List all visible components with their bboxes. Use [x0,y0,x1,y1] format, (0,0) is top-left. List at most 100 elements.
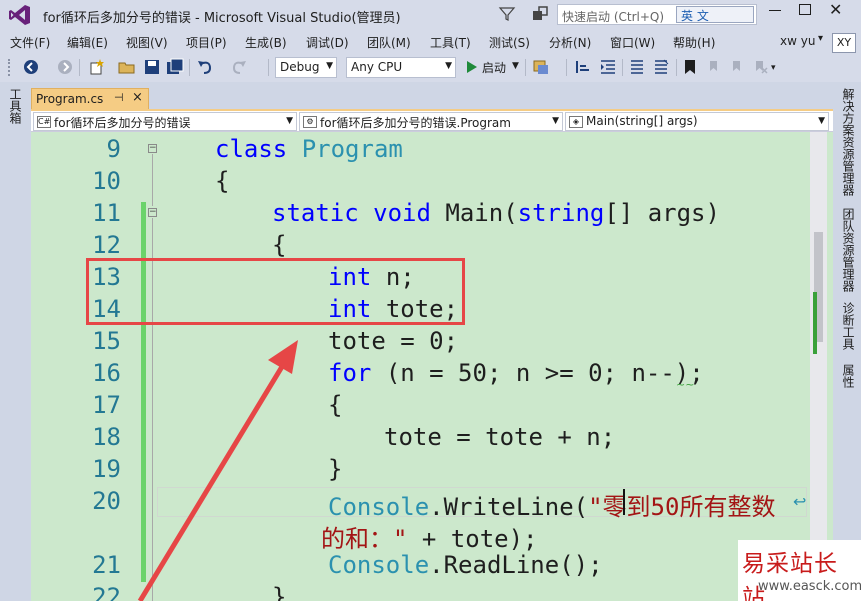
vertical-scrollbar[interactable] [810,132,827,601]
toolbar-grip[interactable] [8,59,12,76]
toolbar-separator [189,59,190,76]
line-number: 10 [92,167,121,195]
code-line-11: static void Main(string[] args) [272,199,720,227]
member-dropdown[interactable]: ◈ Main(string[] args) ▼ [565,112,829,131]
chevron-down-icon: ▼ [552,116,559,126]
pin-icon[interactable]: ⊣ [114,91,124,104]
maximize-button[interactable] [799,4,811,15]
code-line-19: } [328,455,343,483]
solution-platform-select[interactable]: Any CPU ▼ [346,57,456,78]
collapse-icon[interactable]: − [148,208,157,217]
comment-icon[interactable] [628,58,646,76]
clear-bookmarks-icon[interactable] [751,58,769,76]
watermark-url: www.easck.com [758,579,861,594]
chevron-down-icon[interactable]: ▾ [818,33,823,44]
next-bookmark-icon[interactable] [728,58,746,76]
quick-launch-input[interactable]: 快速启动 (Ctrl+Q) 英 文 [557,4,757,25]
code-line-20: Console.WriteLine("零到50所有整数 [328,487,775,522]
feedback-icon[interactable] [531,5,549,23]
menu-help[interactable]: 帮助(H) [673,34,715,51]
line-number: 12 [92,231,121,259]
project-name: for循环后多加分号的错误 [54,116,191,130]
redo-icon[interactable] [230,58,248,76]
solution-configuration-select[interactable]: Debug ▼ [275,57,337,78]
method-icon: ◈ [569,116,583,128]
code-line-18: tote = tote + n; [384,423,616,451]
diagnostic-tools-tab[interactable]: 诊断工具 [840,302,857,350]
type-name: Console [328,493,430,521]
platform-value: Any CPU [351,60,403,74]
navigate-forward-icon[interactable] [56,58,74,76]
menu-analyze[interactable]: 分析(N) [549,34,591,51]
project-dropdown[interactable]: C# for循环后多加分号的错误 ▼ [33,112,297,131]
notification-filter-icon[interactable] [498,5,516,23]
save-all-icon[interactable] [166,58,184,76]
menu-view[interactable]: 视图(V) [126,34,168,51]
navigate-back-icon[interactable] [22,58,40,76]
new-project-icon[interactable] [88,58,106,76]
close-tab-icon[interactable]: × [132,90,143,105]
code-text: .ReadLine(); [429,551,603,579]
chevron-down-icon[interactable]: ▼ [512,61,519,71]
bookmark-icon[interactable] [681,58,699,76]
menu-build[interactable]: 生成(B) [245,34,287,51]
annotation-highlight-box [86,258,465,325]
step-into-icon[interactable] [574,58,592,76]
code-editor[interactable]: 9 10 11 12 13 14 15 16 17 18 19 20 21 22… [31,132,833,601]
minimize-button[interactable] [769,10,781,11]
undo-icon[interactable] [196,58,214,76]
tab-program-cs[interactable]: Program.cs ⊣ × [31,88,149,110]
toolbox-tab[interactable]: 工具箱 [7,88,24,124]
ime-indicator: 英 文 [676,6,754,23]
menu-file[interactable]: 文件(F) [10,34,50,51]
menu-edit[interactable]: 编辑(E) [67,34,108,51]
solution-explorer-tab[interactable]: 解决方案资源管理器 [840,88,857,196]
method-name: Main( [445,199,518,227]
menu-test[interactable]: 测试(S) [489,34,530,51]
avatar[interactable]: XY [832,33,856,53]
standard-toolbar: Debug ▼ Any CPU ▼ 启动 ▼ ▾ [0,53,861,82]
start-button-label[interactable]: 启动 [482,59,506,76]
code-text: (n = 50; n >= 0; n--); [385,359,704,387]
open-file-icon[interactable] [118,58,136,76]
toolbar-separator [525,59,526,76]
toolbar-overflow-icon[interactable]: ▾ [771,63,776,73]
quick-launch-placeholder: 快速启动 (Ctrl+Q) [562,10,665,24]
start-play-icon[interactable] [462,58,480,76]
team-explorer-tab[interactable]: 团队资源管理器 [840,208,857,292]
save-icon[interactable] [143,58,161,76]
word-wrap-icon: ↩ [793,492,807,511]
keyword: static void [272,199,431,227]
code-line-15: tote = 0; [328,327,459,355]
properties-tab[interactable]: 属性 [840,364,857,388]
browser-link-icon[interactable] [532,58,550,76]
menu-team[interactable]: 团队(M) [367,34,411,51]
line-number: 9 [106,135,121,163]
chevron-down-icon: ▼ [445,61,452,71]
menu-tools[interactable]: 工具(T) [430,34,471,51]
class-dropdown[interactable]: ⚙ for循环后多加分号的错误.Program ▼ [299,112,563,131]
window-title: for循环后多加分号的错误 - Microsoft Visual Studio(… [43,11,401,26]
empty-statement-warning-squiggle[interactable]: ~~ [676,378,694,391]
user-name[interactable]: xw yu [780,34,815,48]
uncomment-icon[interactable] [652,58,670,76]
code-line-16: for (n = 50; n >= 0; n--); [328,359,704,387]
previous-bookmark-icon[interactable] [705,58,723,76]
text-caret [623,489,625,515]
line-number: 19 [92,455,121,483]
menu-window[interactable]: 窗口(W) [610,34,655,51]
configuration-value: Debug [280,60,320,74]
menu-debug[interactable]: 调试(D) [306,34,349,51]
line-number: 11 [92,199,121,227]
collapse-icon[interactable]: − [148,144,157,153]
menu-project[interactable]: 项目(P) [186,34,227,51]
toolbar-separator [622,59,623,76]
scrollbar-change-marker [813,292,817,354]
close-window-button[interactable]: ✕ [829,0,842,19]
indent-icon[interactable] [599,58,617,76]
code-line-20-wrapped: 的和：" + tote); [321,519,538,554]
chevron-down-icon: ▼ [818,116,825,126]
keyword: class [215,135,288,163]
code-line-21: Console.ReadLine(); [328,551,603,579]
right-tool-strip: 解决方案资源管理器 团队资源管理器 诊断工具 属性 [833,82,861,601]
